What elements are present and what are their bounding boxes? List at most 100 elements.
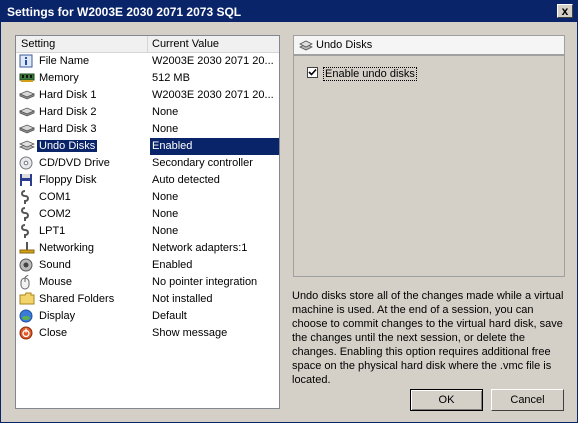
- info-icon: [19, 54, 35, 69]
- setting-name: CD/DVD Drive: [39, 157, 110, 169]
- setting-name-cell: COM2: [18, 206, 148, 223]
- setting-value: Auto detected: [152, 174, 220, 186]
- undo-disks-icon: [299, 39, 313, 55]
- setting-name-cell: Sound: [18, 257, 148, 274]
- enable-undo-disks-checkbox[interactable]: [307, 67, 318, 78]
- setting-name: Display: [39, 310, 76, 322]
- column-header-value[interactable]: Current Value: [152, 38, 219, 50]
- cancel-button[interactable]: Cancel: [491, 389, 564, 411]
- setting-name-cell: COM1: [18, 189, 148, 206]
- setting-name-cell: Hard Disk 3: [18, 121, 148, 138]
- setting-value: None: [152, 208, 179, 220]
- setting-value: Secondary controller: [152, 157, 253, 169]
- setting-name: Floppy Disk: [39, 174, 97, 186]
- settings-row-com1[interactable]: COM1 None: [16, 189, 279, 206]
- settings-row-networking[interactable]: Networking Network adapters:1: [16, 240, 279, 257]
- settings-row-memory[interactable]: Memory 512 MB: [16, 70, 279, 87]
- display-icon: [19, 309, 35, 324]
- setting-name: Networking: [39, 242, 95, 254]
- serial-port-icon: [19, 190, 35, 205]
- setting-name-cell: Close: [18, 325, 148, 342]
- options-area: [293, 55, 565, 277]
- column-divider[interactable]: [147, 36, 148, 52]
- setting-value: Enabled: [150, 138, 279, 155]
- parallel-port-icon: [19, 224, 35, 239]
- close-window-button[interactable]: x: [557, 4, 573, 18]
- setting-value: Network adapters:1: [152, 242, 248, 254]
- ok-button[interactable]: OK: [410, 389, 483, 411]
- setting-name: LPT1: [39, 225, 66, 237]
- setting-value: None: [152, 225, 179, 237]
- folder-icon: [19, 292, 35, 307]
- setting-value: None: [152, 123, 179, 135]
- setting-name-cell: Memory: [18, 70, 148, 87]
- settings-dialog: Settings for W2003E 2030 2071 2073 SQL x…: [0, 0, 578, 423]
- setting-value: 512 MB: [152, 72, 190, 84]
- settings-row-display[interactable]: Display Default: [16, 308, 279, 325]
- settings-row-hard-disk-3[interactable]: Hard Disk 3 None: [16, 121, 279, 138]
- undo-disks-description: Undo disks store all of the changes made…: [292, 290, 564, 386]
- mouse-icon: [19, 274, 35, 290]
- settings-row-close[interactable]: Close Show message: [16, 325, 279, 342]
- setting-name: Undo Disks: [37, 140, 98, 152]
- enable-undo-disks-label[interactable]: Enable undo disks: [323, 67, 417, 81]
- setting-value: Not installed: [152, 293, 213, 305]
- setting-name: Hard Disk 1: [39, 89, 97, 101]
- setting-name: Memory: [39, 72, 79, 84]
- settings-row-cd-dvd-drive[interactable]: CD/DVD Drive Secondary controller: [16, 155, 279, 172]
- hard-disk-icon: [18, 122, 36, 137]
- setting-value: W2003E 2030 2071 20...: [152, 89, 274, 101]
- setting-name-cell: LPT1: [18, 223, 148, 240]
- title-bar[interactable]: Settings for W2003E 2030 2071 2073 SQL x: [1, 1, 577, 22]
- settings-row-undo-disks[interactable]: Undo Disks Enabled: [16, 138, 279, 155]
- memory-icon: [19, 71, 35, 86]
- panel-title: Undo Disks: [316, 39, 373, 51]
- list-header: Setting Current Value: [16, 36, 279, 53]
- floppy-icon: [19, 173, 35, 188]
- settings-row-file-name[interactable]: File Name W2003E 2030 2071 20...: [16, 53, 279, 70]
- settings-row-sound[interactable]: Sound Enabled: [16, 257, 279, 274]
- settings-row-hard-disk-2[interactable]: Hard Disk 2 None: [16, 104, 279, 121]
- setting-name: Mouse: [39, 276, 73, 288]
- setting-name: Close: [39, 327, 68, 339]
- sound-icon: [19, 258, 35, 273]
- setting-value: Default: [152, 310, 187, 322]
- setting-name-cell: Floppy Disk: [18, 172, 148, 189]
- setting-name: COM2: [39, 208, 71, 220]
- setting-name: Hard Disk 2: [39, 106, 97, 118]
- hard-disk-icon: [18, 105, 36, 120]
- setting-name-cell: Display: [18, 308, 148, 325]
- column-header-setting[interactable]: Setting: [21, 38, 55, 50]
- setting-name-cell: CD/DVD Drive: [18, 155, 148, 172]
- setting-value: None: [152, 191, 179, 203]
- setting-value: No pointer integration: [152, 276, 258, 288]
- setting-name-cell: File Name: [18, 53, 148, 70]
- close-power-icon: [19, 326, 35, 341]
- serial-port-icon: [19, 207, 35, 222]
- setting-value: Enabled: [152, 259, 193, 271]
- network-icon: [19, 241, 35, 256]
- setting-name-cell: Mouse: [18, 274, 148, 291]
- settings-row-lpt1[interactable]: LPT1 None: [16, 223, 279, 240]
- undo-disks-icon: [18, 139, 36, 154]
- settings-row-shared-folders[interactable]: Shared Folders Not installed: [16, 291, 279, 308]
- setting-name: COM1: [39, 191, 71, 203]
- setting-name-cell: Hard Disk 1: [18, 87, 148, 104]
- setting-value: None: [152, 106, 179, 118]
- settings-row-hard-disk-1[interactable]: Hard Disk 1 W2003E 2030 2071 20...: [16, 87, 279, 104]
- settings-row-com2[interactable]: COM2 None: [16, 206, 279, 223]
- setting-name: Sound: [39, 259, 71, 271]
- setting-name: Hard Disk 3: [39, 123, 97, 135]
- setting-value: W2003E 2030 2071 20...: [152, 55, 274, 67]
- setting-name-cell: Shared Folders: [18, 291, 148, 308]
- setting-name-cell: Undo Disks: [18, 138, 148, 155]
- cd-dvd-icon: [19, 156, 35, 171]
- setting-name: File Name: [39, 55, 90, 67]
- setting-name-cell: Hard Disk 2: [18, 104, 148, 121]
- settings-list: Setting Current Value File Name W2003E 20…: [15, 35, 280, 409]
- setting-name-cell: Networking: [18, 240, 148, 257]
- panel-title-bar: Undo Disks: [293, 35, 565, 55]
- setting-value: Show message: [152, 327, 228, 339]
- settings-row-mouse[interactable]: Mouse No pointer integration: [16, 274, 279, 291]
- settings-row-floppy-disk[interactable]: Floppy Disk Auto detected: [16, 172, 279, 189]
